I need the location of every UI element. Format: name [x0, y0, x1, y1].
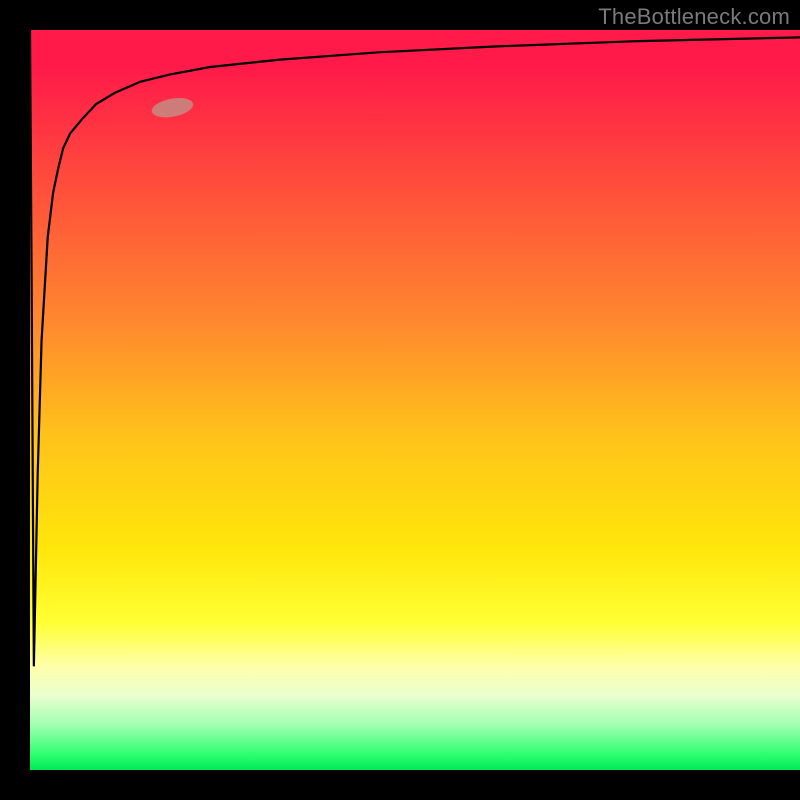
- attribution-watermark: TheBottleneck.com: [598, 4, 790, 30]
- curve-marker: [150, 95, 195, 120]
- chart-frame: TheBottleneck.com: [0, 0, 800, 800]
- bottleneck-curve: [30, 30, 800, 666]
- plot-area: [30, 30, 800, 770]
- curve-layer: [30, 30, 800, 770]
